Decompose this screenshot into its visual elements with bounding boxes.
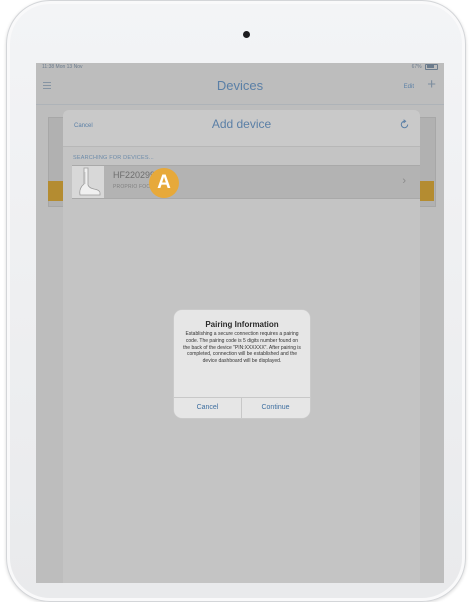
sheet-title: Add device (211, 117, 272, 131)
pairing-dialog: Pairing Information Establishing a secur… (174, 310, 310, 418)
status-time: 11:38 Mon 13 Nov (42, 64, 83, 70)
chevron-right-icon: › (402, 175, 406, 187)
refresh-icon[interactable] (399, 119, 410, 130)
dialog-title: Pairing Information (205, 320, 279, 329)
background-accent-right (419, 181, 434, 201)
section-label: SEARCHING FOR DEVICES... (73, 155, 154, 161)
background-accent-left (48, 181, 63, 201)
device-list-item[interactable]: HF220299 PROPRIO FOOT® › (72, 165, 420, 199)
dialog-message: Establishing a secure connection require… (183, 331, 301, 365)
navigation-bar: Devices Edit + (36, 72, 444, 105)
status-bar: 11:38 Mon 13 Nov 67% (36, 63, 444, 72)
edit-button[interactable]: Edit (404, 84, 414, 90)
dialog-continue-button[interactable]: Continue (242, 398, 309, 418)
sheet-header: Cancel Add device (63, 110, 420, 147)
camera-icon (243, 31, 250, 38)
page-title: Devices (216, 78, 264, 93)
foot-icon (79, 167, 101, 196)
device-thumbnail (72, 166, 104, 198)
battery-icon (425, 63, 438, 70)
add-icon[interactable]: + (427, 77, 436, 92)
dialog-cancel-button[interactable]: Cancel (174, 398, 241, 418)
battery-percent: 67% (411, 64, 422, 70)
status-right: 67% (412, 63, 438, 72)
callout-marker: A (149, 168, 179, 198)
